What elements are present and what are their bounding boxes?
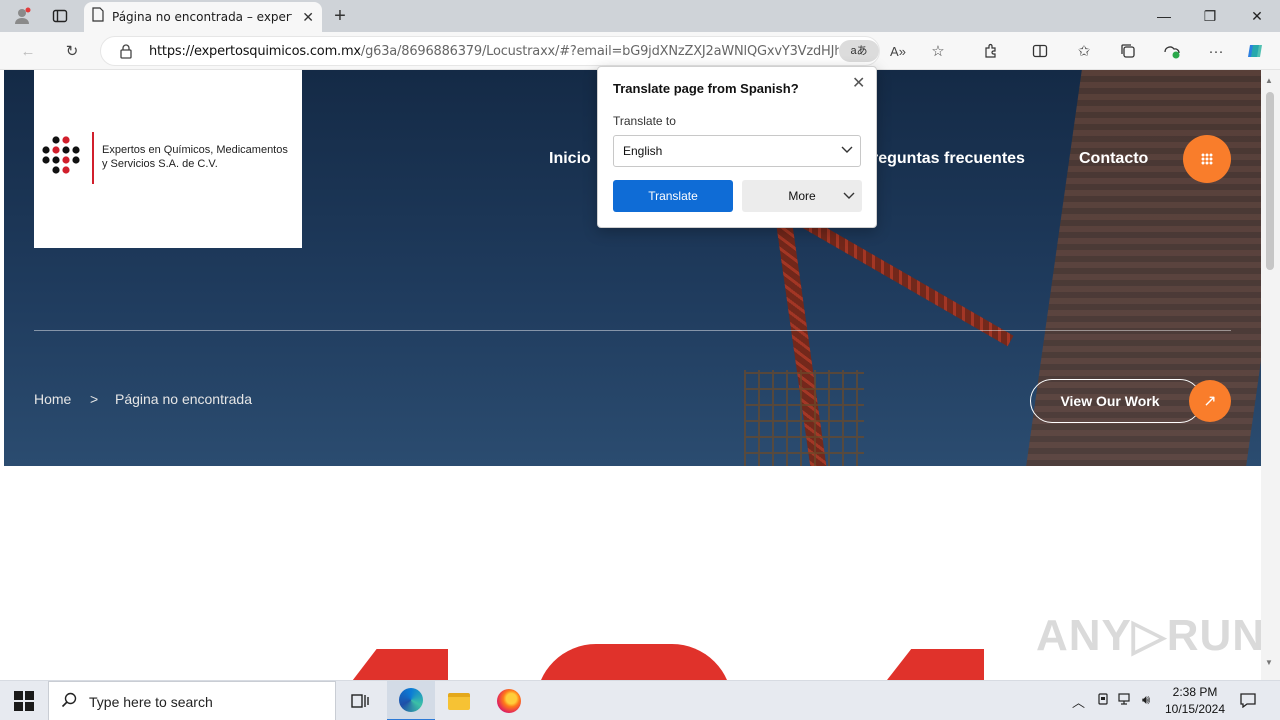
search-placeholder: Type here to search [89,694,213,710]
breadcrumb-current: Página no encontrada [115,391,252,407]
new-tab-icon[interactable]: + [330,5,350,27]
logo-dots-icon [42,136,80,174]
crane-jib-image [791,210,1014,347]
breadcrumb-home[interactable]: Home [34,391,71,407]
active-tab[interactable]: Página no encontrada – expertosquimicos … [84,2,322,32]
logo-divider [92,132,94,184]
tab-actions-icon[interactable] [50,6,70,26]
scaffold-image [744,370,864,466]
chevron-down-icon [842,188,856,205]
view-our-work-button[interactable]: View Our Work [1030,379,1202,423]
page-icon [92,7,104,27]
scroll-up-icon[interactable]: ▲ [1265,76,1273,85]
copilot-icon[interactable] [1246,41,1266,61]
url-text: https://expertosquimicos.com.mx/g63a/869… [149,44,839,59]
browser-tab-bar: Página no encontrada – expertosquimicos … [0,0,1280,32]
error-digit-0 [536,644,732,680]
system-clock[interactable]: 2:38 PM 10/15/2024 [1160,684,1230,718]
scrollbar-thumb[interactable] [1266,92,1274,270]
nav-preguntas-frecuentes[interactable]: reguntas frecuentes [872,150,1025,168]
scroll-down-icon[interactable]: ▼ [1265,658,1273,667]
tab-title: Página no encontrada – expertosquimicos [112,10,292,24]
translate-popup-title: Translate page from Spanish? [613,81,799,96]
favorites-icon[interactable]: ✩ [1074,41,1094,61]
clock-time: 2:38 PM [1172,685,1218,699]
translate-pill-icon[interactable]: aあ [839,40,879,62]
network-icon[interactable] [1118,692,1134,709]
close-icon[interactable]: ✕ [852,73,865,93]
refresh-icon[interactable]: ↻ [62,41,82,61]
selected-language: English [623,144,663,158]
taskbar-search-box[interactable]: Type here to search [48,681,336,720]
more-button-label: More [788,189,816,203]
lock-icon[interactable] [119,43,133,64]
task-view-icon[interactable] [336,681,384,720]
address-bar[interactable]: https://expertosquimicos.com.mx/g63a/869… [100,36,880,66]
browser-toolbar: ← ↻ https://expertosquimicos.com.mx/g63a… [0,32,1280,70]
collections-icon[interactable] [1118,41,1138,61]
translate-popup: Translate page from Spanish? ✕ Translate… [597,66,877,228]
clock-date: 10/15/2024 [1164,702,1226,716]
view-our-work-label: View Our Work [1060,393,1160,409]
page-scrollbar[interactable]: ▲ ▼ [1261,70,1280,680]
split-screen-icon[interactable] [1030,41,1050,61]
notifications-icon[interactable] [1239,692,1257,711]
logo-text: Expertos en Químicos, Medicamentos y Ser… [102,143,288,171]
nav-inicio[interactable]: Inicio [549,150,591,168]
volume-icon[interactable]: 🔊︎ [1142,692,1150,708]
hero-divider [34,330,1231,331]
firefox-icon[interactable] [485,681,533,720]
tab-close-icon[interactable]: ✕ [302,9,314,26]
url-path: /g63a/8696886379/Locustraxx/#?email=bG9j… [360,44,839,59]
site-logo[interactable]: Expertos en Químicos, Medicamentos y Ser… [34,70,302,248]
arrow-up-right-icon[interactable]: ↗ [1189,380,1231,422]
favorite-star-icon[interactable]: ☆ [928,41,948,61]
minimize-icon[interactable]: — [1154,6,1174,26]
url-domain: https://expertosquimicos.com.mx [149,44,361,59]
error-digit-4-left [346,649,448,680]
anyrun-watermark: ANY▷RUN [1036,611,1266,660]
translate-to-label: Translate to [613,114,676,128]
file-explorer-icon[interactable] [435,681,483,720]
breadcrumb-separator: > [90,391,99,407]
logo-text-line2: y Servicios S.A. de C.V. [102,158,218,170]
browser-essentials-icon[interactable] [1162,41,1182,61]
close-window-icon[interactable]: ✕ [1247,6,1267,26]
more-button[interactable]: More [742,180,862,212]
menu-grid-button[interactable] [1183,135,1231,183]
more-menu-icon[interactable]: ··· [1206,41,1226,61]
windows-start-icon[interactable] [14,691,34,711]
back-icon[interactable]: ← [18,41,38,61]
language-select[interactable]: English [613,135,861,167]
windows-taskbar: Type here to search ︿ 🔊︎ 2:38 PM 10/15/2… [0,680,1280,720]
chevron-down-icon [840,142,854,159]
error-digit-4-right [880,649,984,680]
extensions-icon[interactable] [981,41,1001,61]
read-aloud-icon[interactable]: A» [888,41,908,61]
restore-icon[interactable]: ❐ [1200,6,1220,26]
grid-dots-icon [1201,153,1213,165]
profile-icon[interactable] [12,6,32,26]
translate-button[interactable]: Translate [613,180,733,212]
edge-taskbar-icon[interactable] [387,681,435,720]
tray-chevron-up-icon[interactable]: ︿ [1072,692,1085,711]
logo-text-line1: Expertos en Químicos, Medicamentos [102,144,288,156]
nav-contacto[interactable]: Contacto [1079,150,1148,168]
search-icon [61,692,77,712]
tray-device-icon[interactable] [1096,692,1110,709]
